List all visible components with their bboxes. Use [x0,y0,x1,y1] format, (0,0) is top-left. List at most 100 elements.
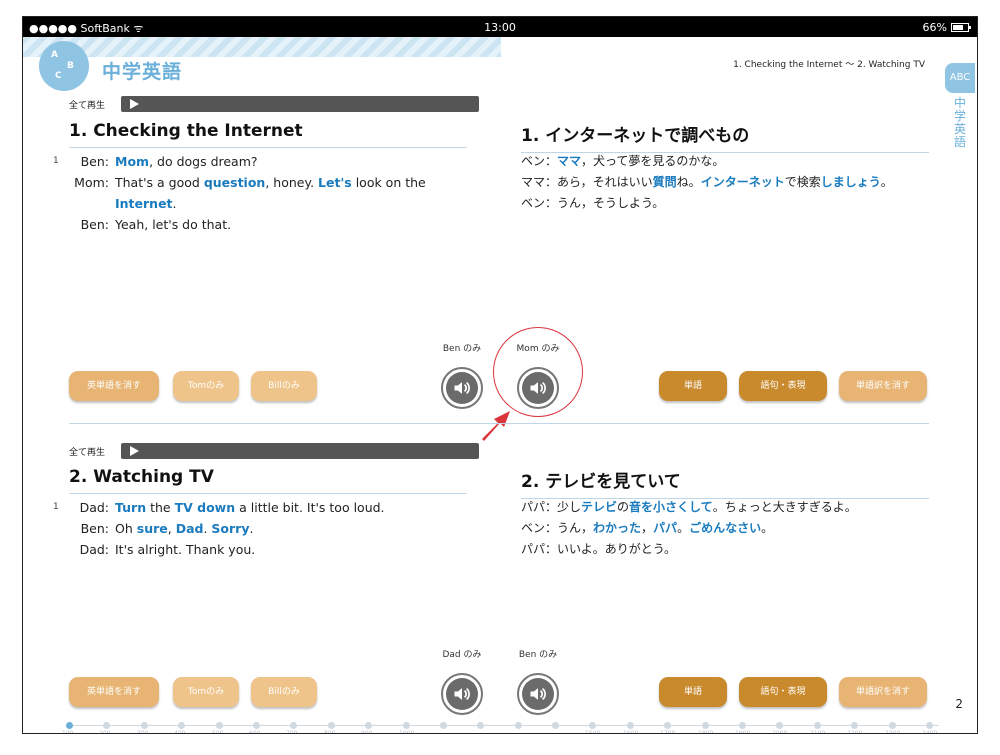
timeline-dot[interactable] [66,722,73,729]
highlighted-vocab[interactable]: ママ [557,154,581,168]
timeline-dot[interactable] [889,722,896,729]
dialog-text: a little bit. It's too loud. [235,500,385,515]
highlighted-vocab[interactable]: Sorry [211,521,249,536]
dialog-line: Ben: Yeah, let's do that. [53,214,473,235]
hide-english-words-button[interactable]: 英単語を消す [69,371,159,401]
highlighted-vocab[interactable]: question [204,175,266,190]
timeline-dot[interactable] [664,722,671,729]
dialog-text: . [249,521,254,536]
timeline-tick-label: 700 [286,730,298,734]
highlighted-vocab[interactable]: Internet [115,196,173,211]
bill-only-button[interactable]: Billのみ [251,677,317,707]
line-text: That's a good question, honey. Let's loo… [115,172,473,214]
timeline-dot[interactable] [403,722,410,729]
tom-only-button[interactable]: Tomのみ [173,677,239,707]
timeline-tick-label: 2200 [847,730,863,734]
section-2-title-en: 2. Watching TV [69,467,467,494]
dialog-text: Oh [115,521,137,536]
timeline-tick-label: 2400 [922,730,938,734]
playall-label: 全て再生 [69,447,106,458]
timeline-dot[interactable] [627,722,634,729]
dialog-text: , honey. [265,175,319,190]
highlighted-vocab[interactable]: しましょう [821,175,881,189]
hide-word-translation-button[interactable]: 単語訳を消す [839,677,927,707]
highlighted-vocab[interactable]: わかった [593,521,641,535]
words-button[interactable]: 単語 [659,371,727,401]
ben-only-audio-button[interactable] [517,673,559,715]
timeline-dot[interactable] [440,722,447,729]
speaker-name: Ben: [80,521,109,536]
highlighted-vocab[interactable]: sure [137,521,168,536]
speaker-icon [454,687,470,701]
line-number [53,539,67,560]
clock: 13:00 [484,21,516,34]
play-all-button[interactable] [121,96,479,112]
translation-line: ベン：うん，そうしよう。 [521,193,941,214]
section-1-title-en: 1. Checking the Internet [69,121,467,148]
line-number [53,518,67,539]
line-number [53,214,67,235]
timeline-dot[interactable] [739,722,746,729]
timeline-dot[interactable] [702,722,709,729]
speaker-label: Ben のみ [442,344,482,354]
timeline-dot[interactable] [814,722,821,729]
highlighted-vocab[interactable]: Mom [115,154,149,169]
highlighted-vocab[interactable]: パパ [653,521,677,535]
timeline-dot[interactable] [253,722,260,729]
highlighted-vocab[interactable]: 音を小さくして [629,500,713,514]
dialog-text: 。 [761,521,774,535]
logo-letter-c: C [55,71,62,81]
battery-percent: 66% [922,21,947,34]
timeline-tick-label: 2100 [810,730,826,734]
highlighted-vocab[interactable]: テレビ [581,500,617,514]
dialog-text: ベン：うん， [521,521,594,535]
ben-only-audio-button[interactable] [441,367,483,409]
timeline-dot[interactable] [589,722,596,729]
timeline-dot[interactable] [103,722,110,729]
dialog-text: , do dogs dream? [149,154,258,169]
timeline-dot[interactable] [552,722,559,729]
highlighted-vocab[interactable]: 質問 [653,175,677,189]
timeline-dot[interactable] [926,722,933,729]
timeline-dot[interactable] [290,722,297,729]
timeline-dot[interactable] [365,722,372,729]
speaker-name: Ben: [80,154,109,169]
phrases-button[interactable]: 語句・表現 [739,677,827,707]
hide-english-words-button[interactable]: 英単語を消す [69,677,159,707]
highlighted-vocab[interactable]: インターネット [701,175,785,189]
timeline-dot[interactable] [328,722,335,729]
dad-only-audio-button[interactable] [441,673,483,715]
bill-only-button[interactable]: Billのみ [251,371,317,401]
timeline-tick-label: 1700 [660,730,676,734]
highlighted-vocab[interactable]: Dad [176,521,204,536]
hide-word-translation-button[interactable]: 単語訳を消す [839,371,927,401]
words-button[interactable]: 単語 [659,677,727,707]
timeline-tick-label: 2000 [772,730,788,734]
timeline-dot[interactable] [515,722,522,729]
dialog-text: 。 [677,521,690,535]
timeline-dot[interactable] [216,722,223,729]
line-text: Yeah, let's do that. [115,214,473,235]
dialog-text: Yeah, let's do that. [115,217,232,232]
tom-only-button[interactable]: Tomのみ [173,371,239,401]
line-number: 1 [53,502,59,512]
timeline-dot[interactable] [178,722,185,729]
dialog-text: の [617,500,630,514]
highlighted-vocab[interactable]: TV down [175,500,236,515]
highlighted-vocab[interactable]: ごめんなさい [689,521,761,535]
timeline-dot[interactable] [851,722,858,729]
page-timeline-slider[interactable]: 100 200 300 400 500 600 700 800 900 1000 1500 1600 1… [62,721,939,734]
dialog-text: ママ：あら，それはいい [521,175,653,189]
speaker-name: Ben: [80,217,109,232]
phrases-button[interactable]: 語句・表現 [739,371,827,401]
timeline-dot[interactable] [477,722,484,729]
side-tab-chugaku-eigo[interactable]: ABC 中学英語 [943,63,977,153]
play-all-button[interactable] [121,443,479,459]
header-stripe [23,37,501,57]
timeline-dot[interactable] [776,722,783,729]
timeline-dot[interactable] [141,722,148,729]
highlighted-vocab[interactable]: Let's [318,175,352,190]
highlighted-vocab[interactable]: Turn [115,500,146,515]
dialog-text: , [167,521,176,536]
dialog-text: look on the [351,175,426,190]
